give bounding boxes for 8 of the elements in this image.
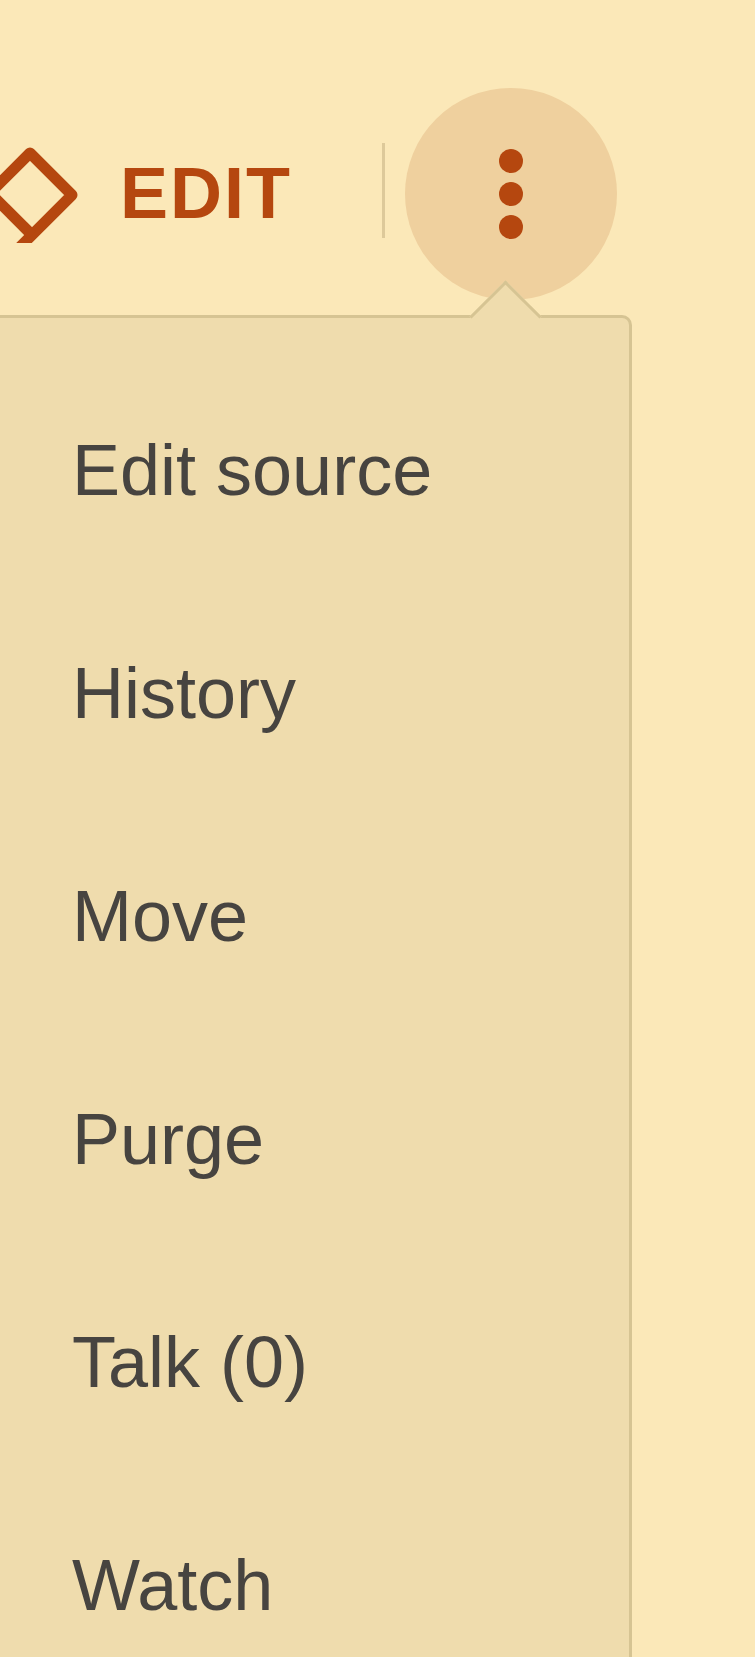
menu-item[interactable]: Purge bbox=[0, 1027, 629, 1250]
menu-item[interactable]: Watch bbox=[0, 1473, 629, 1657]
menu-item[interactable]: Edit source bbox=[0, 358, 629, 581]
menu-item[interactable]: Talk (0) bbox=[0, 1250, 629, 1473]
menu-item[interactable]: History bbox=[0, 581, 629, 804]
edit-button[interactable]: EDIT bbox=[0, 142, 292, 243]
more-icon bbox=[497, 146, 525, 241]
menu-item[interactable]: Move bbox=[0, 804, 629, 1027]
